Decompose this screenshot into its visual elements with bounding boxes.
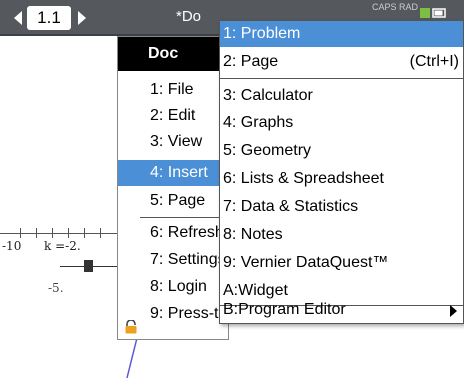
slider-handle[interactable]	[84, 260, 93, 272]
battery-icon	[420, 8, 446, 18]
insert-item-label: B:Program Editor	[223, 301, 346, 318]
slider-min-label: -5.	[48, 281, 64, 295]
menu-divider	[140, 217, 228, 218]
insert-item-page[interactable]: 2: Page (Ctrl+I)	[220, 49, 463, 75]
insert-item-graphs[interactable]: 4: Graphs	[220, 110, 463, 136]
insert-item-notes[interactable]: 8: Notes	[220, 222, 463, 248]
insert-item-calculator[interactable]: 3: Calculator	[220, 83, 463, 109]
menu-divider	[220, 78, 463, 79]
tab-left-arrow-icon[interactable]	[14, 11, 22, 25]
tab-1-1[interactable]: 1.1	[27, 6, 71, 30]
doc-menu-item-refresh[interactable]: 6: Refresh	[118, 220, 228, 246]
document-menu: Doc 1: File 2: Edit 3: View 4: Insert 5:…	[117, 36, 229, 340]
doc-menu-item-login[interactable]: 8: Login	[118, 274, 228, 300]
doc-menu-item-file[interactable]: 1: File	[118, 77, 228, 103]
number-line-tick	[20, 228, 21, 238]
slider-k-value: k =-2.	[44, 239, 81, 253]
insert-item-label: 7: Data & Statistics	[223, 198, 359, 215]
insert-item-label: 2: Page	[223, 53, 279, 70]
doc-menu-item-page[interactable]: 5: Page	[118, 188, 228, 214]
status-caps-rad: CAPS RAD	[372, 2, 419, 12]
insert-item-program-editor[interactable]: B:Program Editor	[220, 297, 463, 323]
number-line-tick	[68, 228, 69, 238]
number-line-tick	[100, 228, 101, 238]
number-line-min-label: -10	[2, 239, 22, 253]
insert-item-label: 3: Calculator	[223, 87, 313, 104]
tab-right-arrow-icon[interactable]	[78, 11, 86, 25]
number-line-tick	[84, 228, 85, 238]
doc-menu-item-edit[interactable]: 2: Edit	[118, 103, 228, 129]
document-menu-header: Doc	[118, 37, 228, 71]
doc-menu-item-settings[interactable]: 7: Settings	[118, 247, 228, 273]
insert-item-label: 8: Notes	[223, 226, 283, 243]
insert-item-lists-spreadsheet[interactable]: 6: Lists & Spreadsheet	[220, 166, 463, 192]
insert-item-label: 9: Vernier DataQuest™	[223, 254, 389, 271]
insert-item-label: 6: Lists & Spreadsheet	[223, 170, 384, 187]
lock-icon	[125, 320, 137, 334]
doc-menu-item-insert[interactable]: 4: Insert	[118, 160, 228, 186]
number-line-tick	[52, 228, 53, 238]
graph-curve	[126, 338, 138, 378]
insert-page-shortcut: (Ctrl+I)	[409, 53, 459, 70]
insert-submenu: 1: Problem 2: Page (Ctrl+I) 3: Calculator…	[219, 20, 464, 324]
insert-item-data-statistics[interactable]: 7: Data & Statistics	[220, 194, 463, 220]
number-line-tick	[36, 228, 37, 238]
submenu-arrow-icon	[450, 305, 457, 317]
document-title: *Do	[176, 8, 202, 25]
insert-item-vernier-dataquest[interactable]: 9: Vernier DataQuest™	[220, 250, 463, 276]
insert-item-label: 5: Geometry	[223, 142, 312, 159]
doc-menu-item-view[interactable]: 3: View	[118, 129, 228, 155]
insert-item-problem[interactable]: 1: Problem	[220, 21, 463, 47]
insert-item-label: 4: Graphs	[223, 114, 294, 131]
insert-item-geometry[interactable]: 5: Geometry	[220, 138, 463, 164]
insert-item-label: 1: Problem	[223, 25, 301, 42]
